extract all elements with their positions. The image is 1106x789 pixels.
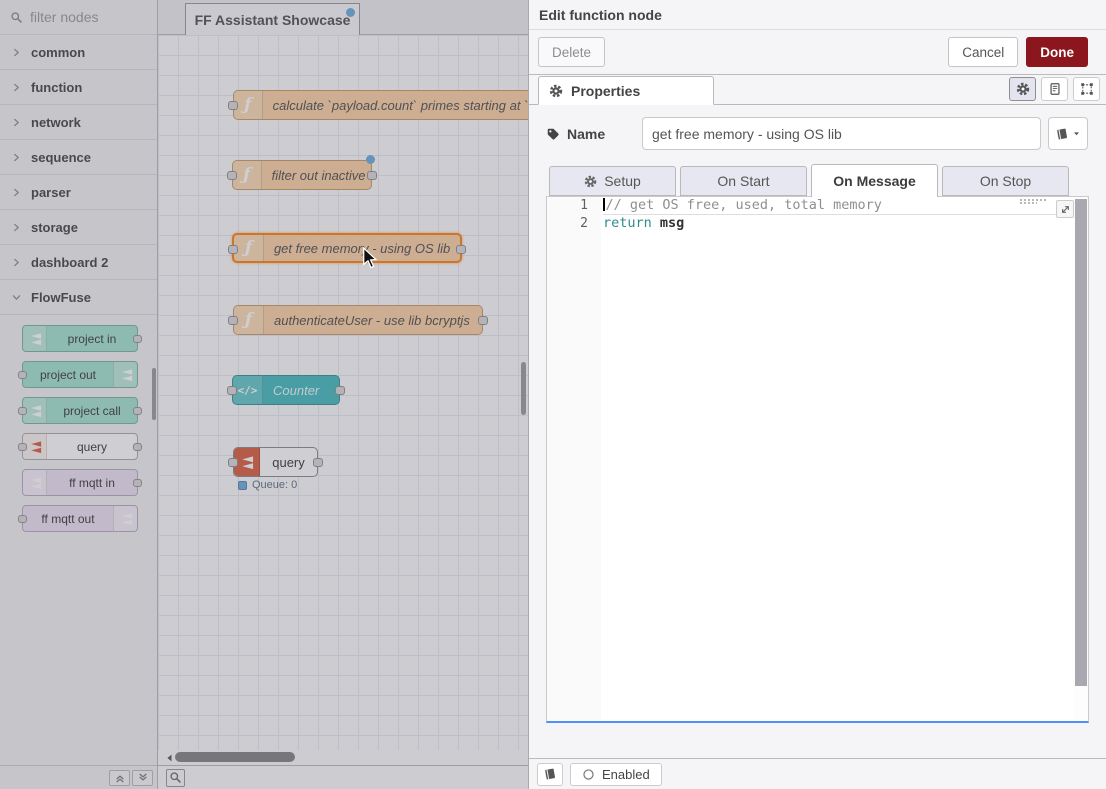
modal-shade-overlay (0, 0, 528, 789)
delete-button[interactable]: Delete (538, 37, 605, 67)
name-input[interactable] (642, 117, 1041, 150)
description-icon-button[interactable] (1041, 77, 1068, 101)
library-dropdown-button[interactable] (1048, 117, 1088, 150)
editor-code-area[interactable]: // get OS free, used, total memory retur… (603, 197, 1072, 232)
name-field-row: Name (546, 117, 1088, 150)
gear-icon (549, 84, 563, 98)
tray-toolbar: Delete Cancel Done (529, 30, 1106, 75)
editor-gutter: 1 2 (547, 197, 601, 721)
tab-label: On Message (833, 173, 915, 189)
done-button[interactable]: Done (1026, 37, 1088, 67)
tab-on-start[interactable]: On Start (680, 166, 807, 196)
enabled-label: Enabled (602, 767, 650, 782)
editor-scrollbar[interactable] (1074, 197, 1088, 721)
node-red-editor: common function network sequence parser … (0, 0, 1106, 789)
cancel-button[interactable]: Cancel (948, 37, 1018, 67)
tab-on-message[interactable]: On Message (811, 164, 938, 197)
editor-tab-row: Properties (529, 75, 1106, 105)
line-number: 2 (547, 215, 601, 233)
gear-icon (584, 175, 597, 188)
tab-setup[interactable]: Setup (549, 166, 676, 196)
code-text: msg (652, 215, 685, 231)
edit-tray: Edit function node Delete Cancel Done Pr… (528, 0, 1106, 789)
tab-label: Setup (604, 173, 641, 189)
tray-header: Edit function node (529, 0, 1106, 30)
tab-label: On Stop (980, 173, 1031, 189)
node-enabled-toggle[interactable]: Enabled (570, 763, 662, 786)
function-code-tabs: Setup On Start On Message On Stop (549, 163, 1088, 196)
properties-icon-button[interactable] (1009, 77, 1036, 101)
tab-properties[interactable]: Properties (538, 76, 714, 105)
tag-icon (546, 127, 560, 141)
tab-properties-label: Properties (571, 83, 640, 99)
code-comment: // get OS free, used, total memory (606, 197, 882, 213)
code-line: return msg (603, 215, 1072, 233)
line-number: 1 (547, 197, 601, 215)
tray-title: Edit function node (539, 7, 662, 23)
tab-on-stop[interactable]: On Stop (942, 166, 1069, 196)
caret-down-icon (1072, 129, 1081, 138)
enabled-circle-icon (582, 768, 595, 781)
code-editor[interactable]: 1 2 // get OS free, used, total memory r… (546, 196, 1089, 723)
library-icon (1055, 127, 1069, 141)
expand-editor-button[interactable] (1056, 200, 1074, 218)
editor-minimap[interactable] (1020, 199, 1048, 205)
tray-footer: Enabled (529, 758, 1106, 789)
library-export-button[interactable] (537, 763, 563, 786)
name-label: Name (546, 126, 642, 142)
editor-scrollbar-thumb[interactable] (1075, 199, 1087, 686)
code-keyword: return (603, 215, 652, 231)
tab-label: On Start (717, 173, 769, 189)
code-line: // get OS free, used, total memory (603, 197, 1072, 215)
mouse-cursor (362, 247, 378, 269)
text-cursor (603, 198, 605, 211)
editor-tab-icons (1009, 77, 1100, 101)
name-label-text: Name (567, 126, 605, 142)
appearance-icon-button[interactable] (1073, 77, 1100, 101)
